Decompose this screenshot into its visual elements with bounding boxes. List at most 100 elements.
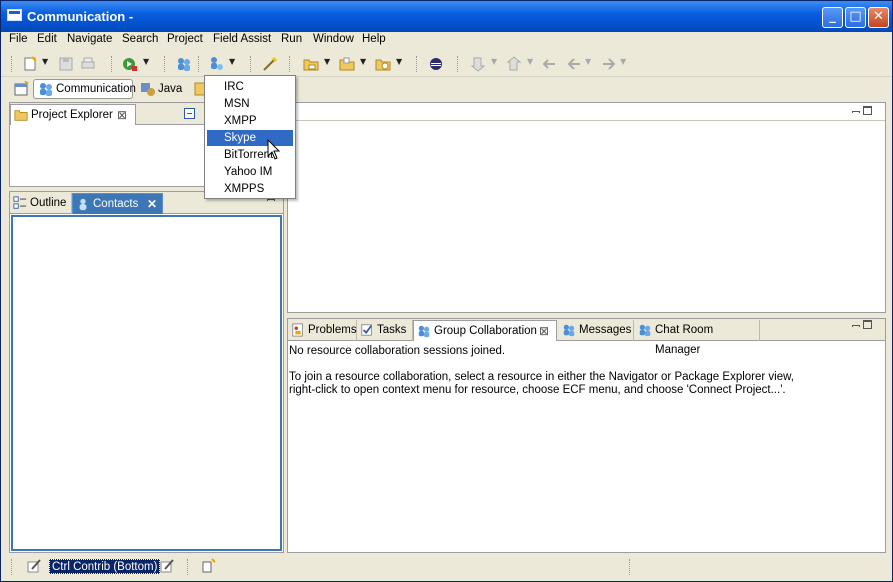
eclipse-icon[interactable] — [428, 56, 444, 72]
folder-icon — [14, 108, 28, 122]
menu-item-msn[interactable]: MSN — [207, 96, 293, 112]
menu-search[interactable]: Search — [122, 33, 158, 45]
open-task-icon[interactable] — [339, 56, 355, 72]
tab-tasks[interactable]: Tasks — [357, 320, 413, 341]
tasks-icon — [360, 323, 374, 337]
toolbar-separator — [164, 56, 166, 72]
perspective-java-label: Java — [158, 83, 183, 95]
toolbar-separator — [11, 56, 13, 72]
forward-icon — [601, 56, 617, 72]
contact-icon — [76, 197, 90, 211]
last-edit-icon — [541, 56, 557, 72]
menu-file[interactable]: File — [9, 33, 28, 45]
editor-divider — [288, 120, 885, 121]
collapse-all-icon[interactable] — [184, 108, 195, 119]
tab-chat-room-manager[interactable]: Chat Room Manager — [635, 320, 760, 356]
menu-item-irc[interactable]: IRC — [207, 79, 293, 95]
tab-contacts[interactable]: Contacts ✕ — [72, 193, 163, 214]
run-icon[interactable] — [122, 56, 138, 72]
minimize-view-icon[interactable] — [267, 199, 275, 201]
maximize-icon: □ — [849, 9, 862, 24]
toolbar-separator — [457, 56, 459, 72]
menu-edit[interactable]: Edit — [37, 33, 57, 45]
menu-help[interactable]: Help — [362, 33, 386, 45]
collaboration-minmax[interactable] — [852, 320, 874, 332]
menu-bar: File Edit Navigate Search Project Field … — [1, 32, 892, 50]
tab-project-explorer-label: Project Explorer — [31, 109, 113, 121]
menu-run[interactable]: Run — [281, 33, 302, 45]
contacts-list[interactable] — [11, 215, 282, 551]
close-button[interactable]: ✕ — [868, 7, 889, 28]
collaboration-icon — [417, 324, 431, 338]
instructions-line-1: To join a resource collaboration, select… — [289, 371, 794, 383]
minimize-icon: _ — [829, 9, 836, 24]
contacts-view: Outline Contacts ✕ — [9, 191, 284, 553]
tab-tasks-label: Tasks — [377, 324, 407, 336]
maximize-view-icon[interactable] — [863, 106, 872, 115]
minimize-view-icon[interactable] — [852, 111, 860, 113]
connect-dropdown-arrow[interactable]: ▼ — [229, 57, 235, 66]
mouse-cursor-icon — [267, 138, 281, 161]
maximize-view-icon[interactable] — [863, 320, 872, 329]
toolbar-separator — [289, 56, 291, 72]
menu-navigate[interactable]: Navigate — [67, 33, 112, 45]
previous-annotation-icon — [506, 56, 522, 72]
close-tab-icon[interactable]: ✕ — [147, 194, 157, 214]
collaboration-icon — [38, 81, 54, 103]
chat-room-icon — [638, 323, 652, 337]
close-tab-icon[interactable]: ⊠ — [539, 321, 549, 341]
perspective-bar: Communication Java — [1, 78, 892, 100]
wand-icon[interactable] — [262, 56, 278, 72]
window-title: Communication - — [27, 9, 134, 24]
open-type-dropdown-arrow[interactable]: ▼ — [324, 57, 330, 66]
next-annotation-icon — [470, 56, 486, 72]
collaboration-icon[interactable] — [176, 56, 192, 72]
toolbar-separator — [250, 56, 252, 72]
open-type-icon[interactable] — [303, 56, 319, 72]
menu-item-xmpp[interactable]: XMPP — [207, 113, 293, 129]
tab-outline[interactable]: Outline — [10, 193, 72, 214]
connect-provider-menu: IRC MSN XMPP Skype BitTorrent Yahoo IM X… — [204, 75, 296, 199]
tab-project-explorer[interactable]: Project Explorer ⊠ — [10, 104, 136, 125]
minimize-view-icon[interactable] — [852, 325, 860, 327]
maximize-button[interactable]: □ — [845, 7, 866, 28]
window-icon — [7, 9, 22, 21]
minimize-button[interactable]: _ — [822, 7, 843, 28]
perspective-java[interactable]: Java — [138, 81, 182, 97]
menu-item-xmpps[interactable]: XMPPS — [207, 181, 293, 197]
tab-messages[interactable]: Messages — [559, 320, 634, 341]
connect-icon[interactable] — [208, 56, 224, 72]
close-icon: ✕ — [873, 9, 884, 24]
toolbar-separator — [416, 56, 418, 72]
tab-contacts-label: Contacts — [93, 198, 139, 210]
status-separator — [11, 559, 13, 575]
menu-field-assist[interactable]: Field Assist — [213, 33, 271, 45]
ctrl-contrib-label[interactable]: Ctrl Contrib (Bottom) — [49, 559, 161, 574]
edit-trim-icon[interactable] — [159, 558, 175, 574]
new-file-icon[interactable] — [22, 56, 38, 72]
menu-item-yahoo-im[interactable]: Yahoo IM — [207, 164, 293, 180]
menu-window[interactable]: Window — [313, 33, 354, 45]
editor-minmax[interactable] — [852, 106, 874, 118]
run-dropdown-arrow[interactable]: ▼ — [143, 57, 149, 66]
menu-project[interactable]: Project — [167, 33, 203, 45]
close-tab-icon[interactable]: ⊠ — [117, 105, 127, 125]
edit-trim-icon[interactable] — [26, 558, 42, 574]
tab-problems[interactable]: Problems — [288, 320, 357, 341]
tab-group-collaboration-label: Group Collaboration — [434, 325, 537, 337]
open-task-dropdown-arrow[interactable]: ▼ — [360, 57, 366, 66]
tab-chat-room-manager-label: Chat Room Manager — [655, 324, 714, 356]
collaboration-view: Problems Tasks Group Collaboration ⊠ Mes… — [287, 318, 886, 553]
open-resource-icon[interactable] — [375, 56, 391, 72]
title-bar[interactable]: Communication - _ □ ✕ — [1, 1, 892, 32]
no-sessions-text: No resource collaboration sessions joine… — [289, 345, 506, 357]
perspective-communication[interactable]: Communication — [33, 79, 136, 99]
next-annotation-dropdown-arrow: ▼ — [491, 57, 498, 66]
new-dropdown-arrow[interactable]: ▼ — [42, 57, 48, 66]
open-resource-dropdown-arrow[interactable]: ▼ — [396, 57, 402, 66]
save-icon — [58, 56, 74, 72]
fast-view-icon[interactable] — [201, 558, 217, 574]
tab-group-collaboration[interactable]: Group Collaboration ⊠ — [413, 320, 557, 341]
tab-messages-label: Messages — [579, 324, 632, 336]
open-perspective-icon[interactable] — [13, 81, 29, 97]
